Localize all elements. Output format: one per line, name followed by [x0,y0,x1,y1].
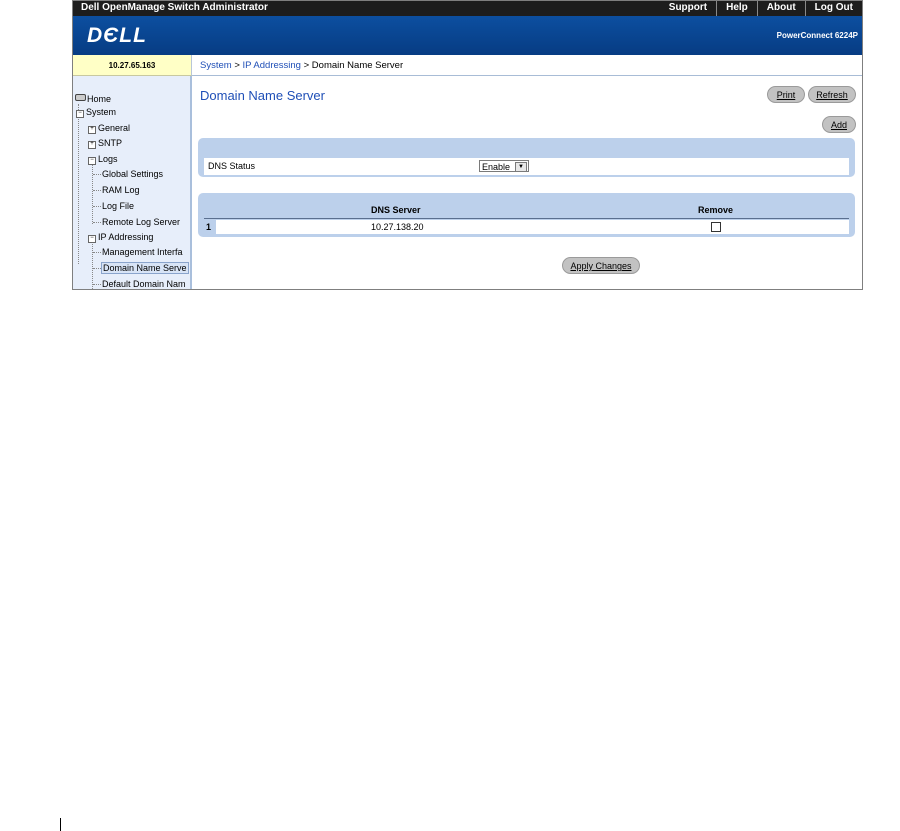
tree-item-label: General [98,123,131,133]
dns-status-panel: DNS Status Enable ▼ [198,138,855,177]
tree-connector [93,284,101,285]
tree-item-label: Home [87,94,112,104]
expand-icon[interactable]: + [88,141,96,149]
tree-connector [93,190,101,191]
remove-checkbox[interactable] [711,222,721,232]
dell-logo: DЄLL [87,24,147,47]
dns-server-address: 10.27.138.20 [371,222,424,232]
tree-item-home[interactable]: Home [75,94,111,104]
tree-connector [93,252,101,253]
tree-connector [93,268,101,269]
breadcrumb-separator: > [300,60,312,71]
collapse-icon[interactable]: − [76,110,84,118]
tree-item-logs[interactable]: − Logs [88,154,118,165]
page-title: Domain Name Server [200,88,325,103]
content-pane: Domain Name Server Print Refresh Add DNS… [192,76,862,289]
refresh-button[interactable]: Refresh [808,86,856,103]
tree-item-sntp[interactable]: + SNTP [88,138,122,149]
device-ip: 10.27.65.163 [73,55,192,76]
print-button[interactable]: Print [767,86,805,103]
tree-item-label: Logs [98,154,118,164]
add-button[interactable]: Add [822,116,856,133]
app-title: Dell OpenManage Switch Administrator [81,2,268,13]
breadcrumb-current: Domain Name Server [311,60,404,71]
breadcrumb: System > IP Addressing > Domain Name Ser… [192,55,862,76]
dns-status-label: DNS Status [208,161,256,171]
tree-item-general[interactable]: + General [88,123,130,134]
tree-item-log-file[interactable]: Log File [102,201,134,211]
breadcrumb-ip-addressing[interactable]: IP Addressing [243,60,301,71]
support-link[interactable]: Support [660,1,716,16]
breadcrumb-separator: > [231,60,243,71]
help-link[interactable]: Help [716,1,757,16]
about-link[interactable]: About [756,1,805,16]
table-row: 10.27.138.20 [216,220,849,234]
breadcrumb-system[interactable]: System [200,60,232,71]
browser-frame: Dell OpenManage Switch Administrator Sup… [72,0,863,290]
dns-status-select[interactable]: Enable ▼ [479,160,529,172]
column-header-dns-server: DNS Server [371,205,421,215]
dns-status-value: Enable [482,162,511,172]
collapse-icon[interactable]: − [88,235,96,243]
product-model: PowerConnect 6224P [776,31,858,40]
tree-connector [93,222,101,223]
tree-item-remote-log-server[interactable]: Remote Log Server [102,217,180,227]
top-links: Support Help About Log Out [660,1,862,16]
expand-icon[interactable]: + [88,126,96,134]
home-icon [75,94,86,101]
tree-item-system[interactable]: − System [76,107,116,118]
tree-item-management-interface[interactable]: Management Interfa [102,247,183,257]
tree-connector [78,104,79,264]
tree-item-label: SNTP [98,138,123,148]
table-header: DNS Server Remove [198,205,855,215]
banner: DЄLL PowerConnect 6224P [73,16,862,55]
tree-item-default-domain-name[interactable]: Default Domain Nam [102,279,186,289]
collapse-icon[interactable]: − [88,157,96,165]
column-header-remove: Remove [698,205,734,215]
top-bar: Dell OpenManage Switch Administrator Sup… [73,1,862,16]
tree-item-domain-name-server[interactable]: Domain Name Serve [101,262,189,274]
tree-connector [92,163,93,224]
navigation-tree: Home − System + General + SNTP − Logs Global… [73,76,192,289]
tree-item-label: IP Addressing [98,232,154,242]
tree-item-ip-addressing[interactable]: − IP Addressing [88,232,153,243]
tree-connector [93,174,101,175]
divider [204,218,849,219]
tree-connector [93,206,101,207]
tree-item-global-settings[interactable]: Global Settings [102,169,163,179]
dns-server-panel: DNS Server Remove 1 10.27.138.20 [198,193,855,237]
logout-link[interactable]: Log Out [804,1,862,16]
page-margin-rule [60,818,61,831]
dns-status-row: DNS Status Enable ▼ [204,158,849,175]
tree-item-label: System [86,107,117,117]
chevron-down-icon: ▼ [515,162,527,172]
apply-changes-button[interactable]: Apply Changes [562,257,640,274]
row-index: 1 [206,222,212,232]
tree-item-ram-log[interactable]: RAM Log [102,185,140,195]
tree-connector [92,241,93,289]
